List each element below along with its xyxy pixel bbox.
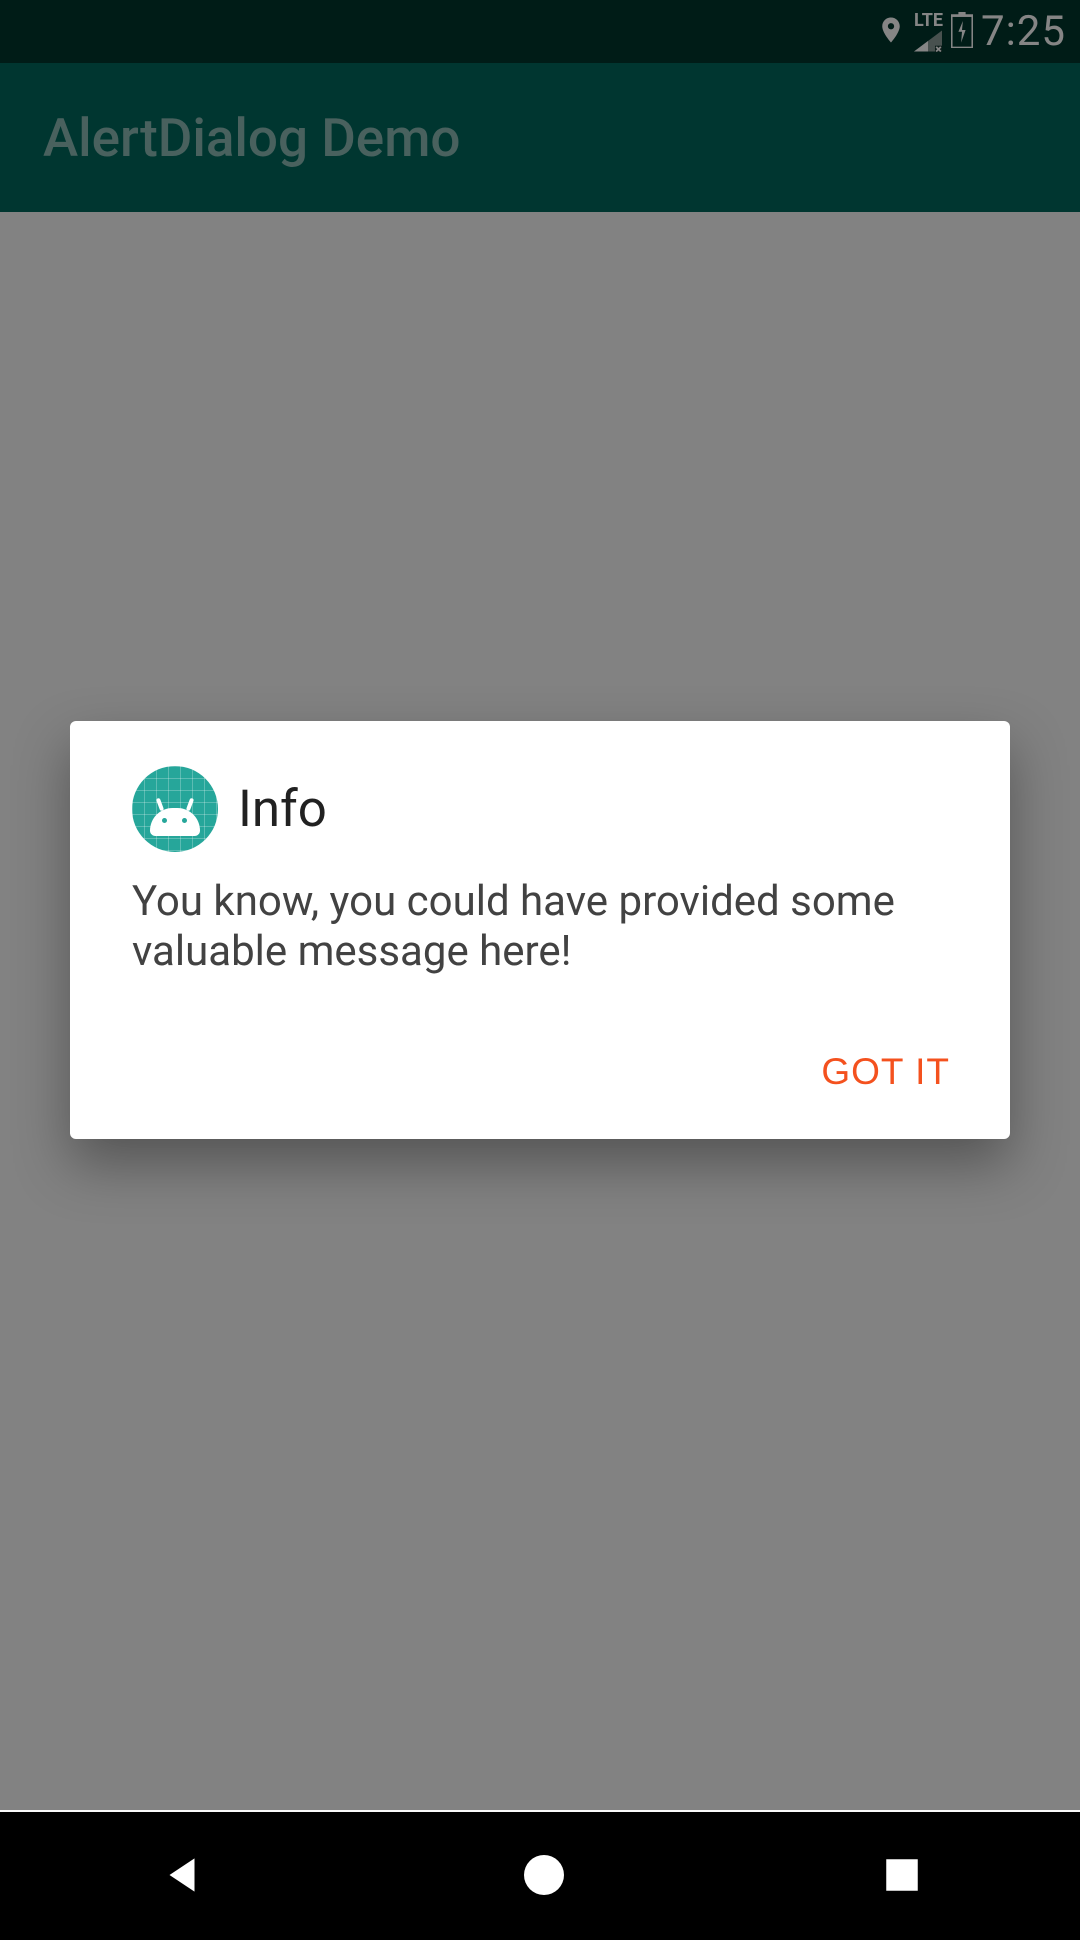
got-it-button[interactable]: GOT IT [791,1033,980,1111]
back-button[interactable] [157,1850,207,1903]
dialog-message: You know, you could have provided some v… [70,877,1010,1033]
navigation-bar [0,1812,1080,1940]
dialog-actions: GOT IT [70,1033,1010,1121]
alert-dialog: Info You know, you could have provided s… [70,721,1010,1139]
android-icon [132,766,218,852]
home-button[interactable] [520,1851,568,1902]
dialog-title-row: Info [70,721,1010,877]
recents-button[interactable] [881,1854,923,1899]
dialog-title: Info [238,780,327,839]
